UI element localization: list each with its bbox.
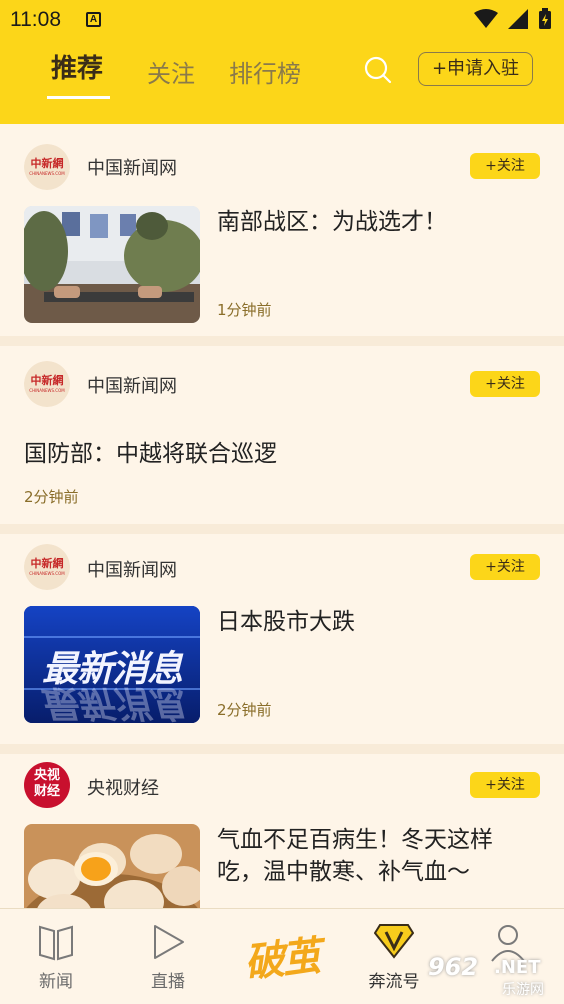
bottom-nav-live[interactable]: 直播 [118,909,218,1004]
status-bar: 11:08 A [0,0,564,38]
bottom-nav-pojian[interactable]: 破茧 [230,909,330,1004]
news-thumbnail[interactable] [24,824,200,908]
play-icon [154,925,184,959]
news-title[interactable]: 国防部：中越将联合巡逻 [24,438,277,470]
wifi-icon [474,9,498,28]
news-card[interactable]: 中新網 CHINANEWS.COM 中国新闻网 +关注 国防部：中越将联合巡逻 … [0,346,564,524]
bottom-nav: 新闻 直播 破茧 奔流号 962 .NET 乐游网 [0,908,564,1004]
bottom-nav-live-label: 直播 [151,972,185,992]
bottom-nav-news[interactable]: 新闻 [6,909,106,1004]
tab-ranking[interactable]: 排行榜 [229,54,301,89]
thumbnail-caption-reflection: 最新消息 [39,682,184,723]
chinanews-logo[interactable]: 中新網 CHINANEWS.COM [24,361,70,407]
site-watermark: 962 .NET 乐游网 [424,951,560,1001]
news-time: 1分钟前 [217,301,272,319]
logo-subtext: CHINANEWS.COM [29,388,65,393]
news-card[interactable]: 中新網 CHINANEWS.COM 中国新闻网 +关注 南部战区：为战选才！ 1… [0,124,564,336]
search-icon[interactable] [364,56,392,84]
logo-text: 中新網 [30,557,64,570]
logo-subtext: CHINANEWS.COM [29,171,65,176]
source-name[interactable]: 中国新闻网 [87,372,177,398]
news-thumbnail[interactable]: 最新消息 最新消息 [24,606,200,723]
top-bar: 11:08 A 推荐 关注 排行榜 +申请入驻 [0,0,564,124]
watermark-subtext: 乐游网 [502,982,544,998]
book-icon [39,925,73,961]
logo-text: 中新網 [30,374,64,387]
logo-text-line2: 财经 [33,784,60,799]
follow-button[interactable]: +关注 [470,371,540,397]
pojian-logo: 破茧 [242,932,321,987]
status-icons [474,8,552,30]
news-card[interactable]: 中新網 CHINANEWS.COM 中国新闻网 +关注 最新消息 最新消息 日本… [0,534,564,744]
cctv-finance-logo[interactable]: 央视 财经 [24,762,70,808]
v-diamond-icon [374,924,414,959]
chinanews-logo[interactable]: 中新網 CHINANEWS.COM [24,544,70,590]
logo-text-line1: 央视 [33,768,60,783]
tab-follow[interactable]: 关注 [147,54,195,89]
watermark-number: 962 [428,953,479,981]
a-notification-icon: A [86,12,101,27]
card-divider [0,336,564,346]
news-time: 2分钟前 [24,488,79,506]
signal-icon [508,9,528,29]
bottom-nav-news-label: 新闻 [39,972,73,992]
battery-icon [539,8,551,29]
follow-button[interactable]: +关注 [470,153,540,179]
follow-button[interactable]: +关注 [470,772,540,798]
card-divider [0,524,564,534]
source-name[interactable]: 中国新闻网 [87,556,177,582]
logo-text: 中新網 [30,157,64,170]
news-thumbnail[interactable] [24,206,200,323]
news-time: 2分钟前 [217,701,272,719]
news-title[interactable]: 日本股市大跌 [217,606,355,638]
card-divider [0,744,564,754]
source-name[interactable]: 央视财经 [87,774,159,800]
logo-subtext: CHINANEWS.COM [29,571,65,576]
source-name[interactable]: 中国新闻网 [87,154,177,180]
news-card[interactable]: 央视 财经 央视财经 +关注 气血不足百病生！冬天这样 吃，温中散寒、补气血～ [0,754,564,908]
apply-join-button[interactable]: +申请入驻 [418,52,533,86]
chinanews-logo[interactable]: 中新網 CHINANEWS.COM [24,144,70,190]
tab-recommend[interactable]: 推荐 [51,48,103,85]
news-title-line1[interactable]: 气血不足百病生！冬天这样 [217,824,493,856]
active-tab-indicator [47,96,110,99]
status-time: 11:08 [10,8,61,31]
news-title[interactable]: 南部战区：为战选才！ [217,206,447,238]
follow-button[interactable]: +关注 [470,554,540,580]
news-title-line2[interactable]: 吃，温中散寒、补气血～ [217,856,470,888]
watermark-suffix: .NET [494,957,541,978]
